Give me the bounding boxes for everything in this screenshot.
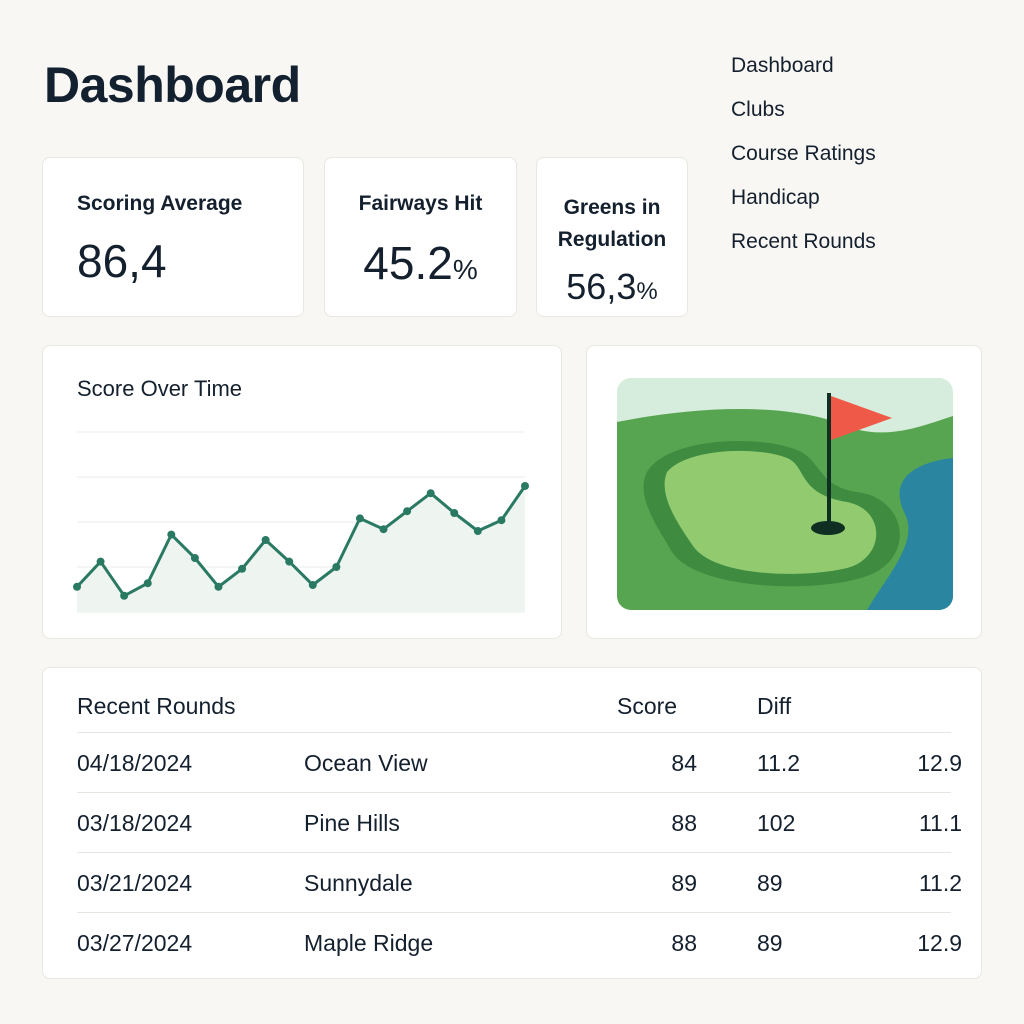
round-diff: 11.2 <box>757 750 801 776</box>
gir-value: 56,3 <box>566 266 637 307</box>
round-score: 89 <box>671 870 697 896</box>
data-point <box>190 554 199 562</box>
round-score: 88 <box>671 810 697 836</box>
round-handicap: 12.9 <box>917 750 962 776</box>
data-point <box>308 581 317 589</box>
nav-item-dashboard[interactable]: Dashboard <box>731 50 876 94</box>
round-handicap: 11.1 <box>918 810 962 836</box>
round-score: 84 <box>671 750 697 776</box>
round-course: Pine Hills <box>304 810 400 836</box>
nav-item-clubs[interactable]: Clubs <box>731 94 876 138</box>
data-point <box>355 514 364 523</box>
recent-rounds-card: Recent Rounds Score Diff 04/18/2024 Ocea… <box>42 667 982 979</box>
header-score: Score <box>617 693 678 719</box>
scoring-average-label: Scoring Average <box>77 192 243 215</box>
nav-item-course-ratings[interactable]: Course Ratings <box>731 138 876 182</box>
score-over-time-card: Score Over Time <box>42 345 562 639</box>
greens-in-regulation-card: Greens in Regulation 56,3% <box>536 157 688 317</box>
table-header: Recent Rounds Score Diff <box>77 676 951 736</box>
round-course: Maple Ridge <box>304 930 434 956</box>
dashboard-page: Dashboard Dashboard Clubs Course Ratings… <box>0 0 1024 1024</box>
round-score: 88 <box>671 930 697 956</box>
page-title: Dashboard <box>44 57 301 113</box>
table-row[interactable]: 03/21/2024 Sunnydale 89 89 11.2 <box>77 852 962 912</box>
round-date: 04/18/2024 <box>77 750 193 776</box>
gir-label-line2: Regulation <box>557 228 667 251</box>
fairways-hit-value-wrap: 45.2% <box>325 236 516 290</box>
data-point <box>261 536 270 544</box>
data-point <box>238 564 247 573</box>
table-row[interactable]: 03/27/2024 Maple Ridge 88 89 12.9 <box>77 912 962 972</box>
data-point <box>285 557 294 566</box>
gir-value-wrap: 56,3% <box>537 266 687 308</box>
data-point <box>403 507 412 516</box>
scoring-average-card: Scoring Average 86,4 <box>42 157 304 317</box>
table-row[interactable]: 04/18/2024 Ocean View 84 11.2 12.9 <box>77 732 962 792</box>
nav-item-recent-rounds[interactable]: Recent Rounds <box>731 226 876 270</box>
scoring-average-value: 86,4 <box>77 235 167 287</box>
table-row[interactable]: 03/18/2024 Pine Hills 88 102 11.1 <box>77 792 962 852</box>
round-handicap: 12.9 <box>917 930 962 956</box>
table-title: Recent Rounds <box>77 693 236 719</box>
round-diff: 89 <box>757 870 783 896</box>
round-diff: 102 <box>757 810 796 836</box>
data-point <box>426 489 435 498</box>
fairways-hit-card: Fairways Hit 45.2% <box>324 157 517 317</box>
data-point <box>143 579 152 588</box>
round-diff: 89 <box>757 930 783 956</box>
score-area <box>77 486 525 612</box>
data-point <box>332 563 341 571</box>
data-point <box>120 591 129 600</box>
round-date: 03/18/2024 <box>77 810 193 836</box>
golf-green-flag-illustration <box>617 378 953 610</box>
data-point <box>450 509 459 517</box>
flag-pole <box>827 393 831 528</box>
round-course: Ocean View <box>304 750 428 776</box>
round-course: Sunnydale <box>304 870 413 896</box>
gir-label: Greens in Regulation <box>547 192 677 256</box>
data-point <box>379 525 388 534</box>
header-diff: Diff <box>757 693 792 719</box>
round-date: 03/21/2024 <box>77 870 193 896</box>
round-date: 03/27/2024 <box>77 930 193 956</box>
data-point <box>214 582 223 591</box>
nav-item-handicap[interactable]: Handicap <box>731 182 876 226</box>
main-nav: Dashboard Clubs Course Ratings Handicap … <box>731 50 876 270</box>
data-point <box>73 582 81 591</box>
gir-label-line1: Greens in <box>563 196 661 219</box>
data-point <box>167 530 176 539</box>
data-point <box>497 516 506 525</box>
fairways-hit-value: 45.2 <box>363 237 453 289</box>
data-point <box>96 557 105 566</box>
data-point <box>521 482 529 490</box>
chart-title: Score Over Time <box>77 376 243 401</box>
round-handicap: 11.2 <box>918 870 962 896</box>
data-point <box>473 527 482 535</box>
gir-unit: % <box>636 278 658 305</box>
fairways-hit-label: Fairways Hit <box>358 192 483 215</box>
fairways-hit-unit: % <box>452 254 478 285</box>
golf-illustration-card <box>586 345 982 639</box>
